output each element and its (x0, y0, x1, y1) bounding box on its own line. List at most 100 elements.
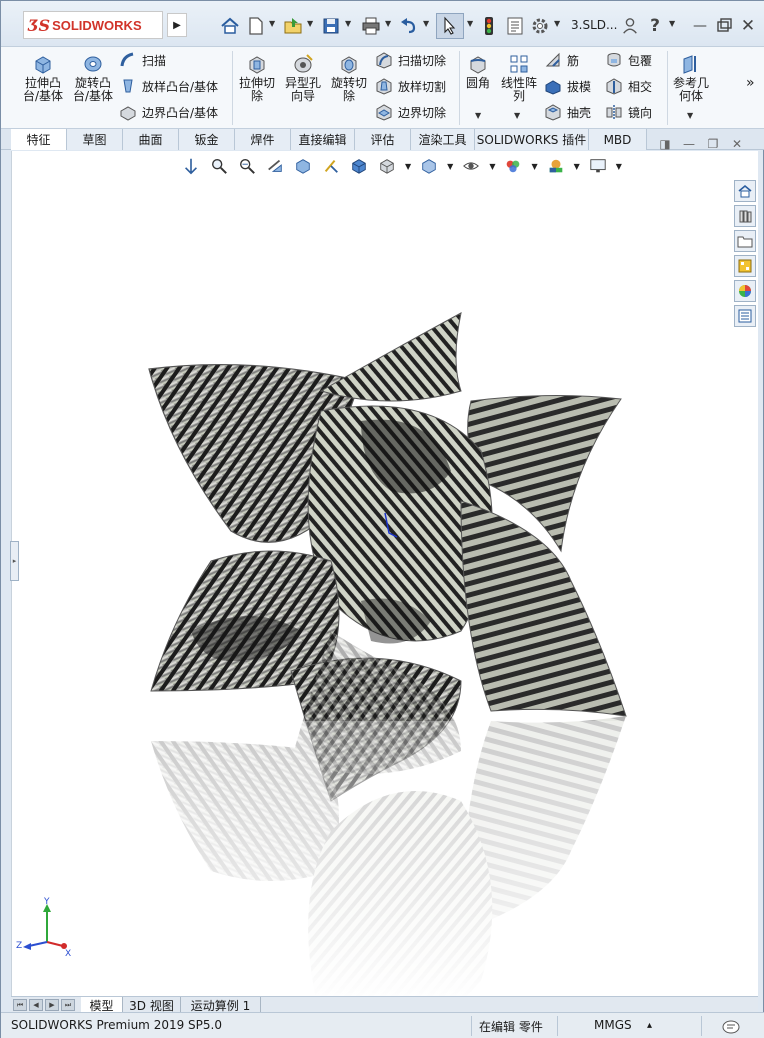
feature-manager-collapse-handle[interactable]: ▸ (10, 541, 19, 581)
restore-icon[interactable] (713, 13, 735, 39)
save-icon[interactable] (319, 13, 343, 39)
display-settings-dropdown-icon[interactable]: ▼ (616, 162, 622, 171)
quick-tips-icon[interactable] (721, 1016, 741, 1036)
reference-geometry-dropdown-icon[interactable]: ▼ (687, 111, 693, 120)
appearances-scenes-icon[interactable] (734, 280, 756, 302)
rebuild-icon[interactable] (479, 13, 499, 39)
revolve-boss-icon (84, 56, 102, 72)
new-dropdown-icon[interactable]: ▼ (269, 19, 277, 33)
unit-system[interactable]: MMGS (594, 1018, 632, 1032)
loft-boss-button[interactable]: 放样凸台/基体 (119, 77, 218, 95)
print-dropdown-icon[interactable]: ▼ (385, 19, 393, 33)
fillet-button[interactable]: 圆角 (463, 53, 493, 90)
linear-pattern-label: 线性阵 列 (500, 76, 537, 103)
tab-solidworks-addins[interactable]: SOLIDWORKS 插件 (475, 129, 589, 150)
home-icon[interactable] (219, 13, 241, 39)
revolve-boss-button[interactable]: 旋转凸 台/基体 (70, 53, 116, 103)
extrude-boss-button[interactable]: 拉伸凸 台/基体 (21, 53, 65, 103)
hide-show-dropdown-icon[interactable]: ▼ (447, 162, 453, 171)
zoom-to-fit-icon[interactable] (181, 156, 201, 176)
shell-button[interactable]: 抽壳 (544, 103, 591, 121)
apply-scene-icon[interactable] (546, 156, 566, 176)
undo-dropdown-icon[interactable]: ▼ (423, 19, 431, 33)
tab-sketch[interactable]: 草图 (67, 129, 123, 150)
options-dropdown-icon[interactable]: ▼ (554, 19, 562, 33)
linear-pattern-button[interactable]: 线性阵 列 (498, 53, 540, 103)
user-icon[interactable] (621, 13, 639, 39)
linear-pattern-dropdown-icon[interactable]: ▼ (514, 111, 520, 120)
open-icon[interactable] (281, 13, 305, 39)
view-palette-icon[interactable] (734, 255, 756, 277)
dynamic-annotation-icon[interactable] (293, 156, 313, 176)
unit-system-caret-icon[interactable]: ▴ (647, 1020, 652, 1031)
print-icon[interactable] (359, 13, 383, 39)
display-style-icon[interactable] (377, 156, 397, 176)
help-icon[interactable]: ? (646, 13, 664, 39)
save-dropdown-icon[interactable]: ▼ (345, 19, 353, 33)
apply-scene-dropdown-icon[interactable]: ▼ (574, 162, 580, 171)
section-view-icon[interactable] (265, 156, 285, 176)
intersect-button[interactable]: 相交 (605, 77, 652, 95)
help-dropdown-icon[interactable]: ▼ (669, 19, 677, 33)
minimize-icon[interactable]: — (689, 13, 711, 39)
tab-prev-icon[interactable]: ◀ (29, 999, 43, 1011)
mirror-button[interactable]: 镜向 (605, 103, 652, 121)
tab-weldments[interactable]: 焊件 (235, 129, 291, 150)
solidworks-resources-icon[interactable] (734, 180, 756, 202)
tab-sheet-metal[interactable]: 钣金 (179, 129, 235, 150)
swept-cut-button[interactable]: 扫描切除 (375, 51, 446, 69)
new-document-icon[interactable] (245, 13, 267, 39)
tab-surfaces[interactable]: 曲面 (123, 129, 179, 150)
previous-view-icon[interactable] (237, 156, 257, 176)
revolve-cut-button[interactable]: 旋转切 除 (328, 53, 370, 103)
custom-properties-icon[interactable] (734, 305, 756, 327)
fillet-dropdown-icon[interactable]: ▼ (475, 111, 481, 120)
design-library-icon[interactable] (734, 205, 756, 227)
file-properties-icon[interactable] (504, 13, 526, 39)
open-dropdown-icon[interactable]: ▼ (307, 19, 315, 33)
extrude-cut-button[interactable]: 拉伸切 除 (237, 53, 277, 103)
tab-last-icon[interactable]: ⏭ (61, 999, 75, 1011)
tab-direct-editing[interactable]: 直接编辑 (291, 129, 355, 150)
display-settings-icon[interactable] (588, 156, 608, 176)
sweep-button[interactable]: 扫描 (119, 51, 166, 69)
edit-appearance-dropdown-icon[interactable]: ▼ (531, 162, 537, 171)
tab-motion-study[interactable]: 运动算例 1 (181, 997, 261, 1013)
tab-3d-views[interactable]: 3D 视图 (123, 997, 181, 1013)
view-orientation-icon[interactable] (349, 156, 369, 176)
lofted-cut-button[interactable]: 放样切割 (375, 77, 446, 95)
model-viewport[interactable] (131, 301, 641, 1001)
hide-show-items-icon[interactable] (419, 156, 439, 176)
select-dropdown-icon[interactable]: ▼ (467, 19, 475, 33)
solidworks-logo[interactable]: ƷS SOLIDWORKS (23, 11, 163, 39)
close-icon[interactable]: ✕ (737, 13, 759, 39)
boundary-boss-button[interactable]: 边界凸台/基体 (119, 103, 218, 121)
wrap-button[interactable]: 包覆 (605, 51, 652, 69)
draft-button[interactable]: 拔模 (544, 77, 591, 95)
undo-icon[interactable] (397, 13, 421, 39)
view-settings-dropdown-icon[interactable]: ▼ (489, 162, 495, 171)
tab-features[interactable]: 特征 (11, 129, 67, 150)
display-style-dropdown-icon[interactable]: ▼ (405, 162, 411, 171)
options-icon[interactable] (529, 13, 551, 39)
ribbon-more-icon[interactable]: » (746, 75, 755, 91)
reference-geometry-button[interactable]: 参考几 何体 (671, 53, 711, 103)
rib-button[interactable]: 筋 (544, 51, 579, 69)
tab-evaluate[interactable]: 评估 (355, 129, 411, 150)
view-orientation-tool-icon[interactable] (321, 156, 341, 176)
boundary-cut-button[interactable]: 边界切除 (375, 103, 446, 121)
tab-first-icon[interactable]: ⏮ (13, 999, 27, 1011)
tab-next-icon[interactable]: ▶ (45, 999, 59, 1011)
tab-mbd[interactable]: MBD (589, 129, 647, 150)
command-manager-ribbon: 拉伸凸 台/基体 旋转凸 台/基体 扫描 放样凸台/基体 边界凸台/基体 拉伸切… (1, 47, 764, 129)
file-explorer-icon[interactable] (734, 230, 756, 252)
view-settings-icon[interactable] (461, 156, 481, 176)
menu-expand-arrow[interactable]: ▶ (167, 13, 187, 37)
tab-render-tools[interactable]: 渲染工具 (411, 129, 475, 150)
tab-model[interactable]: 模型 (81, 997, 123, 1013)
hole-wizard-button[interactable]: 异型孔 向导 (282, 53, 324, 103)
zoom-to-area-icon[interactable] (209, 156, 229, 176)
edit-appearance-icon[interactable] (503, 156, 523, 176)
select-icon[interactable] (436, 13, 464, 39)
extrude-boss-icon (35, 56, 51, 74)
